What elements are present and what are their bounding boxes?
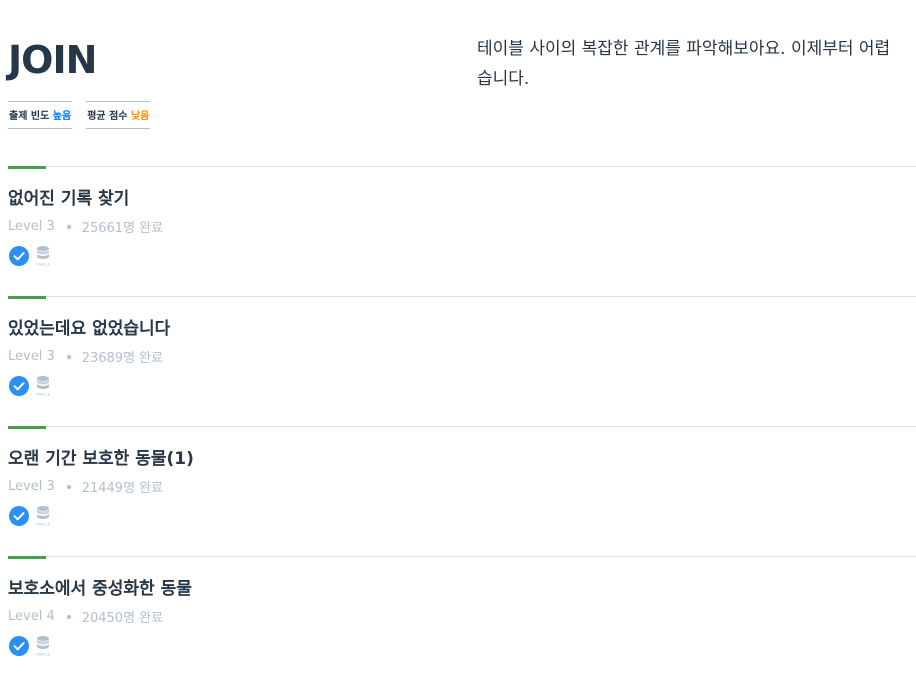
check-circle-icon: [9, 376, 29, 396]
check-circle-icon: [9, 506, 29, 526]
problem-title[interactable]: 있었는데요 없었습니다: [8, 314, 170, 339]
score-tag: 평균 점수 낮음: [86, 101, 151, 129]
problem-level: Level 3: [8, 479, 55, 494]
problem-icons: ORACLE: [9, 635, 55, 657]
frequency-tag-label: 출제 빈도: [9, 111, 50, 122]
oracle-database-icon: ORACLE: [36, 506, 51, 527]
problem-item[interactable]: 보호소에서 중성화한 동물 Level 4 20450명 완료 ORACLE: [8, 556, 916, 686]
problem-completed-count: 25661명 완료: [81, 221, 164, 236]
db-label: ORACLE: [36, 393, 51, 397]
frequency-tag-value: 높음: [52, 111, 72, 122]
page-title: JOIN: [8, 38, 97, 82]
problem-level: Level 3: [8, 219, 55, 234]
db-label: ORACLE: [36, 523, 51, 527]
check-circle-icon: [9, 246, 29, 266]
accent-bar: [8, 556, 46, 559]
problem-level: Level 3: [8, 349, 55, 364]
tag-list: 출제 빈도 높음 평균 점수 낮음: [8, 101, 151, 129]
oracle-database-icon: ORACLE: [36, 636, 51, 657]
check-circle-icon: [9, 636, 29, 656]
oracle-database-icon: ORACLE: [36, 246, 51, 267]
separator-dot: [66, 224, 71, 229]
problem-icons: ORACLE: [9, 375, 55, 397]
separator-dot: [66, 484, 71, 489]
problem-list: 없어진 기록 찾기 Level 3 25661명 완료 ORACLE 있었는데요…: [0, 166, 916, 686]
page-description: 테이블 사이의 복잡한 관계를 파악해보아요. 이제부터 어렵습니다.: [477, 39, 891, 89]
problem-meta: Level 4 20450명 완료: [8, 607, 163, 626]
problem-completed-count: 23689명 완료: [81, 351, 164, 366]
db-label: ORACLE: [36, 263, 51, 267]
accent-bar: [8, 426, 46, 429]
problem-icons: ORACLE: [9, 505, 55, 527]
page-header: JOIN 출제 빈도 높음 평균 점수 낮음 테이블 사이의 복잡한 관계를 파…: [0, 0, 916, 166]
separator-dot: [66, 614, 71, 619]
problem-item[interactable]: 오랜 기간 보호한 동물(1) Level 3 21449명 완료 ORACLE: [8, 426, 916, 556]
problem-meta: Level 3 23689명 완료: [8, 347, 163, 366]
problem-completed-count: 20450명 완료: [81, 611, 164, 626]
db-label: ORACLE: [36, 653, 51, 657]
problem-level: Level 4: [8, 609, 55, 624]
accent-bar: [8, 296, 46, 299]
problem-meta: Level 3 21449명 완료: [8, 477, 163, 496]
problem-title[interactable]: 오랜 기간 보호한 동물(1): [8, 444, 194, 469]
problem-meta: Level 3 25661명 완료: [8, 217, 163, 236]
frequency-tag: 출제 빈도 높음: [8, 101, 73, 129]
problem-title[interactable]: 없어진 기록 찾기: [8, 184, 129, 209]
problem-item[interactable]: 있었는데요 없었습니다 Level 3 23689명 완료 ORACLE: [8, 296, 916, 426]
score-tag-value: 낮음: [130, 111, 150, 122]
problem-completed-count: 21449명 완료: [81, 481, 164, 496]
score-tag-label: 평균 점수: [87, 111, 128, 122]
oracle-database-icon: ORACLE: [36, 376, 51, 397]
separator-dot: [66, 354, 71, 359]
problem-item[interactable]: 없어진 기록 찾기 Level 3 25661명 완료 ORACLE: [8, 166, 916, 296]
problem-title[interactable]: 보호소에서 중성화한 동물: [8, 574, 192, 599]
accent-bar: [8, 166, 46, 169]
problem-icons: ORACLE: [9, 245, 55, 267]
